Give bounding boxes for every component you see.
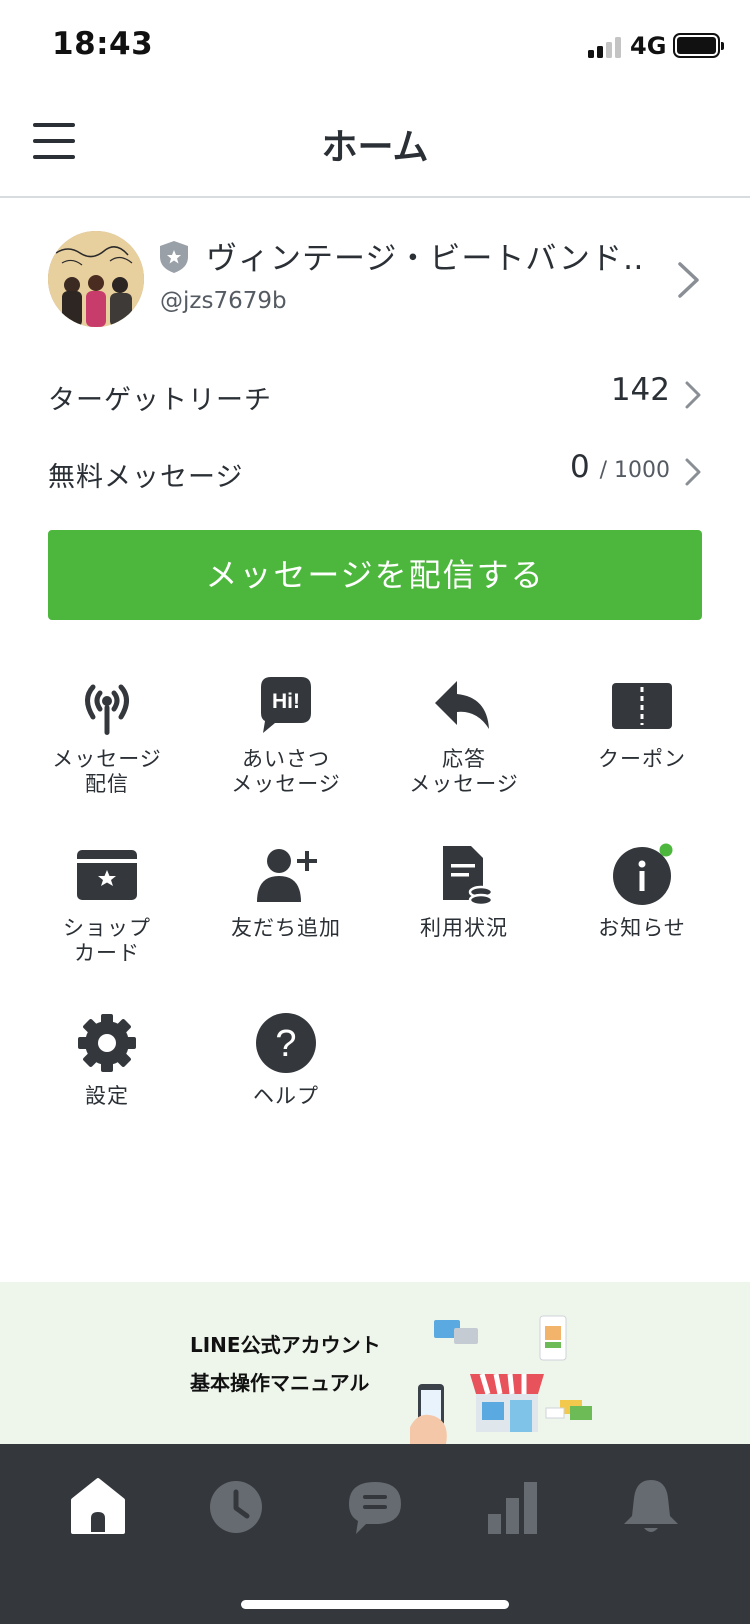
- svg-text:?: ?: [275, 1023, 296, 1065]
- page-title: ホーム: [321, 127, 429, 168]
- menu-item-notice[interactable]: お知らせ: [553, 842, 731, 941]
- clock-icon[interactable]: [203, 1474, 269, 1540]
- menu-item-settings[interactable]: 設定: [18, 1010, 196, 1109]
- banner-text: LINE公式アカウント 基本操作マニュアル: [190, 1326, 381, 1402]
- menu-item-shop-card[interactable]: ショップ カード: [18, 842, 196, 966]
- free-messages-count: 0: [570, 449, 590, 485]
- bar-chart-icon[interactable]: [480, 1474, 546, 1540]
- usage-icon: [443, 846, 494, 907]
- menu-item-label: クーポン: [598, 747, 686, 771]
- home-icon[interactable]: [65, 1474, 131, 1540]
- banner-line-2: 基本操作マニュアル: [190, 1371, 370, 1395]
- free-messages-limit: / 1000: [599, 458, 670, 483]
- help-icon: ?: [256, 1013, 316, 1073]
- account-profile-row[interactable]: ヴィンテージ・ビートバンド… @jzs7679b: [0, 228, 750, 338]
- chevron-right-icon: [685, 458, 701, 486]
- battery-icon: [673, 33, 724, 58]
- add-friend-icon: [257, 849, 317, 902]
- banner-line-1: LINE公式アカウント: [190, 1333, 381, 1357]
- menu-item-label: 設定: [85, 1084, 129, 1108]
- status-time: 18:43: [52, 26, 154, 62]
- free-messages-row[interactable]: 無料メッセージ 0 / 1000: [0, 445, 750, 505]
- home-indicator: [241, 1600, 509, 1609]
- chevron-right-icon: [678, 262, 699, 298]
- menu-item-label: あいさつ メッセージ: [231, 747, 341, 796]
- info-icon: [613, 843, 673, 905]
- menu-item-label: メッセージ 配信: [52, 747, 162, 796]
- account-id: @jzs7679b: [160, 288, 287, 314]
- target-reach-value: 142: [610, 372, 670, 408]
- chevron-right-icon: [685, 381, 701, 409]
- svg-text:Hi!: Hi!: [272, 690, 300, 713]
- coupon-icon: [612, 683, 672, 729]
- menu-item-message-broadcast[interactable]: メッセージ 配信: [18, 673, 196, 797]
- bottom-tab-bar: [0, 1444, 750, 1624]
- menu-item-label: 友だち追加: [231, 916, 341, 940]
- reply-arrow-icon: [435, 681, 489, 729]
- menu-item-label: ヘルプ: [253, 1084, 319, 1108]
- gear-icon: [78, 1014, 136, 1072]
- signal-icon: [588, 36, 624, 58]
- chat-icon[interactable]: [342, 1474, 408, 1540]
- menu-item-label: 利用状況: [420, 916, 508, 940]
- account-name: ヴィンテージ・ビートバンド…: [206, 241, 646, 277]
- menu-item-usage[interactable]: 利用状況: [375, 842, 553, 941]
- hi-greeting-icon: Hi!: [261, 677, 311, 733]
- menu-item-add-friend[interactable]: 友だち追加: [197, 842, 375, 941]
- send-message-button[interactable]: メッセージを配信する: [48, 530, 702, 620]
- menu-item-auto-reply[interactable]: 応答 メッセージ: [375, 673, 553, 797]
- verified-shield-icon: [160, 241, 188, 273]
- status-bar: 18:43 4G: [0, 0, 750, 90]
- avatar: [48, 231, 144, 327]
- free-messages-value: 0 / 1000: [570, 449, 670, 485]
- menu-item-label: ショップ カード: [63, 916, 151, 965]
- broadcast-icon: [85, 684, 129, 735]
- shop-card-icon: [77, 850, 137, 900]
- menu-item-help[interactable]: ? ヘルプ: [197, 1010, 375, 1109]
- menu-item-greeting-message[interactable]: Hi! あいさつ メッセージ: [197, 673, 375, 797]
- menu-item-coupon[interactable]: クーポン: [553, 673, 731, 772]
- menu-item-label: お知らせ: [598, 916, 686, 940]
- bell-icon[interactable]: [618, 1474, 684, 1540]
- shop-illustration: [410, 1315, 592, 1444]
- target-reach-label: ターゲットリーチ: [48, 385, 272, 416]
- manual-banner[interactable]: LINE公式アカウント 基本操作マニュアル: [0, 1282, 750, 1444]
- nav-bar: ホーム: [0, 96, 750, 198]
- network-type: 4G: [630, 32, 667, 60]
- target-reach-row[interactable]: ターゲットリーチ 142: [0, 368, 750, 428]
- free-messages-label: 無料メッセージ: [48, 462, 244, 493]
- menu-item-label: 応答 メッセージ: [409, 747, 519, 796]
